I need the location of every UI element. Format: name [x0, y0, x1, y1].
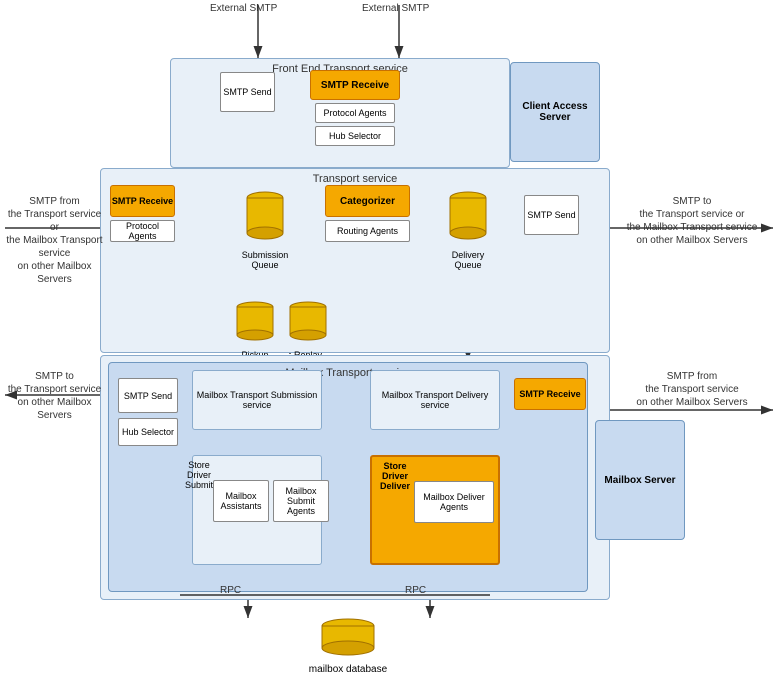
submission-queue-cylinder: Submission Queue [245, 190, 290, 270]
mailbox-server-label: Mailbox Server [604, 475, 675, 486]
smtp-send-transport: SMTP Send [524, 195, 579, 235]
mailbox-database-label: mailbox database [308, 664, 388, 675]
store-driver-deliver-box: Store Driver Deliver Mailbox Deliver Age… [370, 455, 500, 565]
smtp-from-left-text: SMTP from the Transport service or the M… [2, 195, 107, 286]
delivery-queue-cylinder: Delivery Queue [448, 190, 493, 270]
smtp-receive-transport: SMTP Receive [110, 185, 175, 217]
hub-selector-mailbox-box: Hub Selector [118, 418, 178, 446]
external-smtp-right-label: External SMTP [362, 2, 429, 15]
smtp-send-mailbox-box: SMTP Send [118, 378, 178, 413]
mailbox-assistants-box: Mailbox Assistants [213, 480, 269, 522]
smtp-from-right-text: SMTP from the Transport service on other… [612, 370, 772, 409]
smtp-send-top: SMTP Send [220, 72, 275, 112]
mailbox-server-label-box: Mailbox Server [595, 420, 685, 540]
store-driver-submit-box: Store Driver Submit Mailbox Assistants M… [192, 455, 322, 565]
mailbox-submit-agents-box: Mailbox Submit Agents [273, 480, 329, 522]
store-driver-submit-label: Store Driver Submit [185, 460, 213, 490]
client-access-server-box: Client Access Server [510, 62, 600, 162]
transport-label: Transport service [313, 173, 398, 185]
submission-queue-label: Submission Queue [240, 250, 290, 270]
protocol-agents-top: Protocol Agents [315, 103, 395, 123]
mailbox-database-cylinder: mailbox database [320, 618, 388, 675]
client-access-label: Client Access Server [511, 101, 599, 123]
mailbox-transport-submission-box: Mailbox Transport Submission service [192, 370, 322, 430]
external-smtp-left-label: External SMTP [210, 2, 277, 15]
diagram: External SMTP External SMTP Front End Tr… [0, 0, 778, 663]
routing-agents-box: Routing Agents [325, 220, 410, 242]
smtp-to-left-text: SMTP to the Transport service on other M… [2, 370, 107, 422]
protocol-agents-transport: Protocol Agents [110, 220, 175, 242]
delivery-queue-label: Delivery Queue [443, 250, 493, 270]
mailbox-deliver-agents-box: Mailbox Deliver Agents [414, 481, 494, 523]
smtp-receive-mailbox: SMTP Receive [514, 378, 586, 410]
smtp-receive-top: SMTP Receive [310, 70, 400, 100]
categorizer-box: Categorizer [325, 185, 410, 217]
mailbox-transport-delivery-box: Mailbox Transport Delivery service [370, 370, 500, 430]
hub-selector-top: Hub Selector [315, 126, 395, 146]
store-driver-deliver-label: Store Driver Deliver [376, 461, 414, 491]
smtp-to-right-text: SMTP to the Transport service or the Mai… [612, 195, 772, 247]
